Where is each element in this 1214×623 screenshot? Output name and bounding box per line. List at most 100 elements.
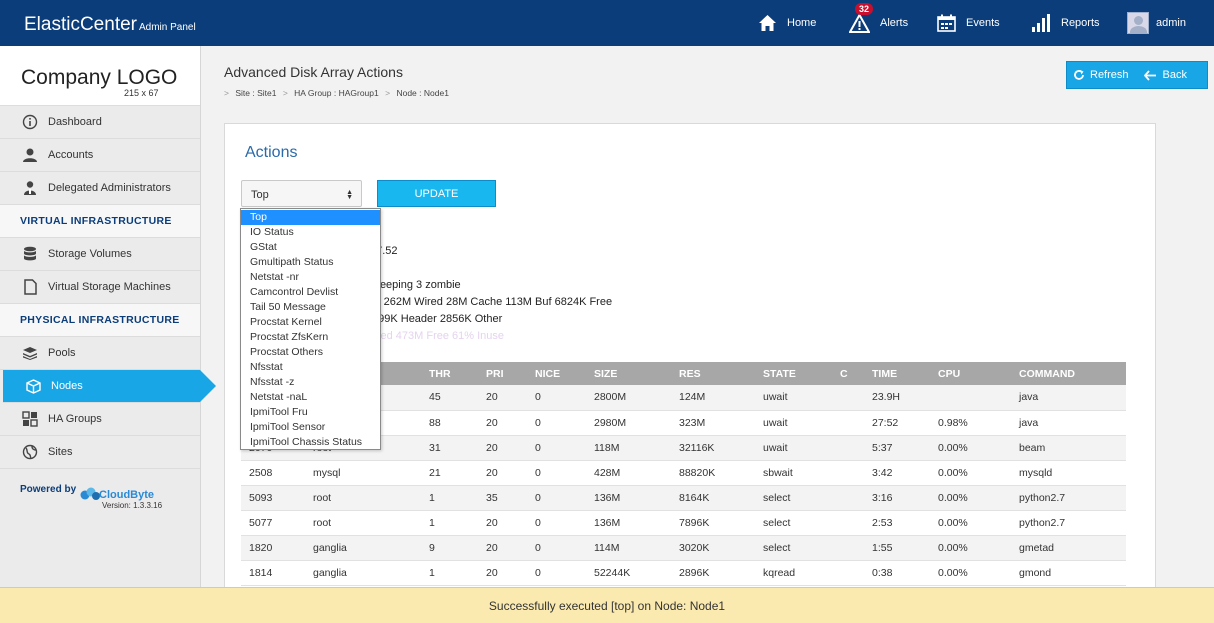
dropdown-option[interactable]: Procstat Others [241,345,380,360]
dropdown-option[interactable]: Nfsstat [241,360,380,375]
nav-user[interactable]: admin [1127,0,1186,46]
table-cell: 5077 [241,510,305,536]
table-cell: 124M [671,385,755,411]
table-cell [832,435,864,461]
table-cell: gmetad [1011,535,1126,561]
dropdown-option[interactable]: Netstat -naL [241,390,380,405]
dropdown-option[interactable]: Netstat -nr [241,270,380,285]
column-header[interactable]: STATE [755,362,832,385]
table-cell: 1820 [241,535,305,561]
table-cell [832,510,864,536]
refresh-label: Refresh [1090,69,1129,81]
breadcrumb-site[interactable]: Site : Site1 [235,88,276,98]
dropdown-option[interactable]: IpmiTool Chassis Status [241,435,380,450]
dropdown-option[interactable]: Tail 50 Message [241,300,380,315]
nav-events[interactable]: Events [937,0,1000,46]
nav-events-label: Events [966,17,1000,29]
page-title: Advanced Disk Array Actions [224,64,403,80]
select-arrows-icon: ▲ ▼ [346,189,353,201]
home-icon [759,15,776,31]
status-message-text: Successfully executed [top] on Node: Nod… [488,598,726,613]
sidebar: Company LOGO 215 x 67 Dashboard Accounts… [0,46,216,623]
table-cell: 20 [478,385,527,411]
table-row: 5093 root 1 35 0 136M 8164K select 3:16 0.00% pyth… [241,485,1126,511]
dropdown-option[interactable]: IpmiTool Fru [241,405,380,420]
column-header[interactable]: THR [421,362,478,385]
dropdown-option[interactable]: IO Status [241,225,380,240]
nav-alerts[interactable]: 32 Alerts [849,0,908,46]
column-header[interactable]: PRI [478,362,527,385]
column-header[interactable]: RES [671,362,755,385]
table-cell: 0 [527,510,586,536]
table-cell [832,460,864,486]
table-cell: 9 [421,535,478,561]
table-cell: 0.00% [930,485,1011,511]
dropdown-option[interactable]: Procstat ZfsKern [241,330,380,345]
breadcrumb-node[interactable]: Node : Node1 [396,88,448,98]
column-header[interactable]: C [832,362,864,385]
table-cell: python2.7 [1011,485,1126,511]
sidebar-item-sites[interactable]: Sites [0,436,200,469]
column-header[interactable]: TIME [864,362,930,385]
user-icon [21,146,39,164]
column-header[interactable]: CPU [930,362,1011,385]
brand-subtitle: Admin Panel [139,22,196,33]
table-cell: 5093 [241,485,305,511]
nav-reports[interactable]: Reports [1031,0,1100,46]
column-header[interactable]: NICE [527,362,586,385]
sidebar-item-virtual-storage-machines[interactable]: Virtual Storage Machines [0,271,200,304]
column-header[interactable]: SIZE [586,362,671,385]
table-cell: ganglia [305,560,421,586]
table-cell: mysql [305,460,421,486]
dropdown-option[interactable]: Nfsstat -z [241,375,380,390]
brand[interactable]: ElasticCenter Admin Panel [24,14,196,36]
table-cell: 0.00% [930,535,1011,561]
table-cell: 0 [527,385,586,411]
action-select[interactable]: Top ▲ ▼ [241,180,362,207]
table-cell: ganglia [305,535,421,561]
sidebar-item-accounts[interactable]: Accounts [0,139,200,172]
table-cell: 3:16 [864,485,930,511]
sidebar-item-label: Accounts [48,149,94,161]
refresh-button[interactable]: Refresh [1073,69,1129,81]
table-cell: uwait [755,410,832,436]
back-button[interactable]: Back [1143,69,1187,81]
logo-title: Company LOGO [21,66,178,89]
update-button[interactable]: UPDATE [377,180,496,207]
sidebar-item-nodes[interactable]: Nodes [3,370,216,403]
dropdown-option[interactable]: Camcontrol Devlist [241,285,380,300]
nav-reports-label: Reports [1061,17,1100,29]
table-cell: 7896K [671,510,755,536]
breadcrumb-ha-group[interactable]: HA Group : HAGroup1 [294,88,379,98]
dropdown-option[interactable]: Top [241,210,380,225]
nav-home[interactable]: Home [758,0,816,46]
table-cell: 52244K [586,560,671,586]
sidebar-item-storage-volumes[interactable]: Storage Volumes [0,238,200,271]
bar-chart-icon [1032,14,1050,32]
table-cell: 0.00% [930,435,1011,461]
sidebar-item-dashboard[interactable]: Dashboard [0,106,200,139]
table-cell: 0 [527,485,586,511]
table-cell: 1 [421,510,478,536]
info-icon [21,113,39,131]
dropdown-option[interactable]: Procstat Kernel [241,315,380,330]
sidebar-item-label: Delegated Administrators [48,182,171,194]
table-cell: 20 [478,535,527,561]
table-cell: 0 [527,460,586,486]
status-message: Successfully executed [top] on Node: Nod… [0,587,1214,623]
sidebar-item-delegated-administrators[interactable]: Delegated Administrators [0,172,200,205]
brand-title: ElasticCenter [24,14,137,35]
alerts-count-badge: 32 [855,3,874,15]
company-logo: Company LOGO 215 x 67 [0,46,200,106]
sidebar-item-ha-groups[interactable]: HA Groups [0,403,200,436]
table-cell: select [755,535,832,561]
table-cell: 0.98% [930,410,1011,436]
output-line: 599K Header 2856K Other [372,313,503,325]
table-cell: 323M [671,410,755,436]
dropdown-option[interactable]: GStat [241,240,380,255]
powered-by-label: Powered by [20,484,77,495]
dropdown-option[interactable]: Gmultipath Status [241,255,380,270]
column-header[interactable]: COMMAND [1011,362,1126,385]
dropdown-option[interactable]: IpmiTool Sensor [241,420,380,435]
sidebar-item-pools[interactable]: Pools [0,337,200,370]
